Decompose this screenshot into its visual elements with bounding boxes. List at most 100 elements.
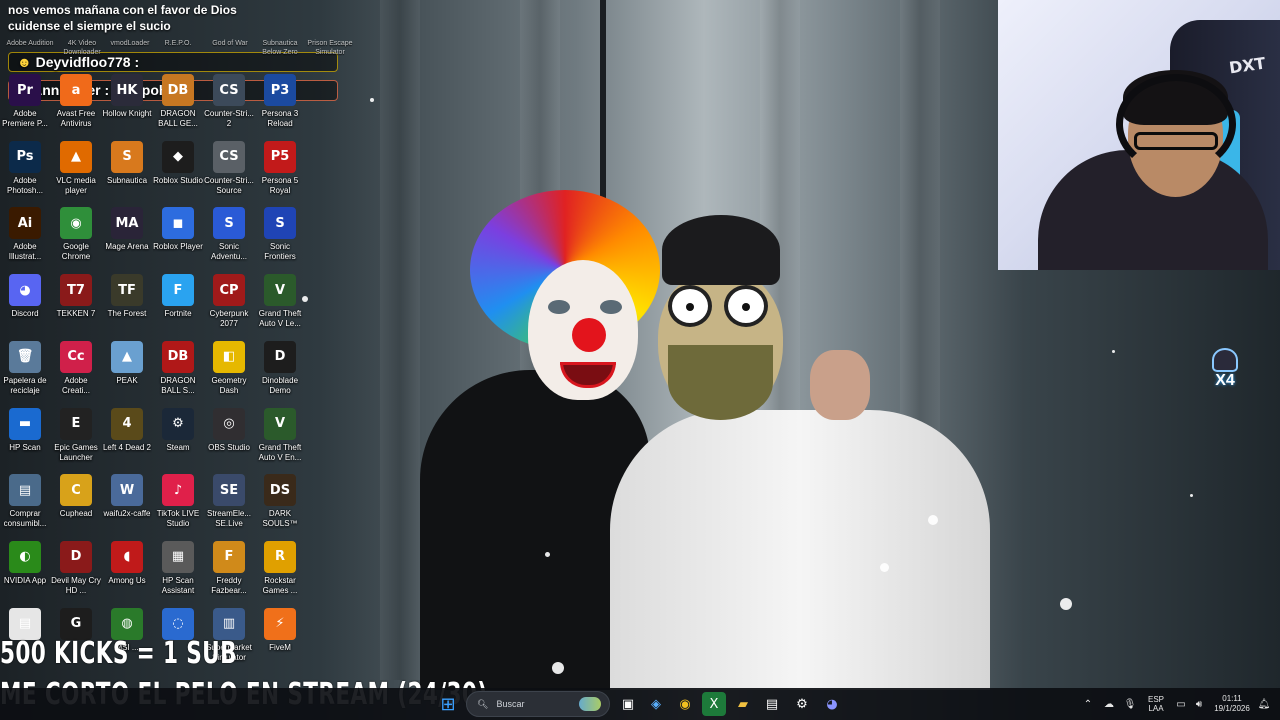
desktop-icon[interactable]: ▦ HP Scan Assistant bbox=[153, 539, 203, 605]
freddy-icon: F bbox=[213, 540, 245, 573]
desktop-icon[interactable]: R Rockstar Games ... bbox=[255, 539, 305, 605]
desktop-icon-label: StreamEle... SE.Live bbox=[206, 509, 251, 529]
desktop-icon[interactable]: F Freddy Fazbear... bbox=[204, 539, 254, 605]
desktop-icon[interactable]: D Devil May Cry HD ... bbox=[51, 539, 101, 605]
desktop-icon[interactable]: ▬ HP Scan bbox=[0, 406, 50, 472]
g-hub-icon: G bbox=[60, 607, 92, 640]
desktop-icon[interactable]: CP Cyberpunk 2077 bbox=[204, 272, 254, 338]
desktop-icon[interactable]: ⚡ FiveM bbox=[255, 606, 305, 672]
desktop-icon-label: Sonic Frontiers bbox=[264, 242, 296, 262]
clock[interactable]: 01:11 19/1/2026 bbox=[1208, 688, 1256, 720]
top-row-icon-label[interactable]: 4K Video Downloader bbox=[56, 39, 108, 57]
desktop-icon[interactable]: E Epic Games Launcher bbox=[51, 406, 101, 472]
onedrive-icon[interactable]: ☁ bbox=[1100, 688, 1118, 720]
top-row-icon-label[interactable]: God of War bbox=[204, 39, 256, 48]
desktop-icon[interactable]: CS Counter-Stri... 2 bbox=[204, 72, 254, 138]
desktop-icon-label: Counter-Stri... 2 bbox=[204, 109, 254, 128]
settings-icon[interactable]: ⚙ bbox=[790, 692, 814, 716]
desktop-icon[interactable]: HK Hollow Knight bbox=[102, 72, 152, 138]
desktop-icon[interactable]: ◐ NVIDIA App bbox=[0, 539, 50, 605]
desktop-icon[interactable]: ◎ OBS Studio bbox=[204, 406, 254, 472]
desktop-icon[interactable]: DB DRAGON BALL S... bbox=[153, 339, 203, 405]
task-view-icon[interactable]: ▣ bbox=[616, 692, 640, 716]
left4dead-icon: 4 bbox=[111, 407, 143, 440]
desktop-icon[interactable]: V Grand Theft Auto V En... bbox=[255, 406, 305, 472]
snow-particle bbox=[370, 98, 374, 102]
desktop-icon[interactable]: S Sonic Adventu... bbox=[204, 205, 254, 271]
desktop-icon[interactable]: 🗑 Papelera de reciclaje bbox=[0, 339, 50, 405]
notification-bell-icon[interactable]: 🔔︎ bbox=[1256, 688, 1272, 720]
top-row-icon-label[interactable]: Prison Escape Simulator bbox=[304, 39, 356, 57]
desktop-icon[interactable]: ◉ Google Chrome bbox=[51, 205, 101, 271]
desktop-icon[interactable]: ◆ Roblox Studio bbox=[153, 139, 203, 205]
desktop-icon[interactable]: ⚙ Steam bbox=[153, 406, 203, 472]
gta-v-icon: V bbox=[264, 274, 296, 307]
desktop-icon[interactable]: Ai Adobe Illustrat... bbox=[0, 205, 50, 271]
desktop-icon[interactable]: MA Mage Arena bbox=[102, 205, 152, 271]
desktop-icon[interactable]: ▲ PEAK bbox=[102, 339, 152, 405]
desktop-icon[interactable]: V Grand Theft Auto V Le... bbox=[255, 272, 305, 338]
start-button[interactable]: ⊞ bbox=[436, 692, 460, 716]
microphone-icon[interactable]: 🎙︎ bbox=[1122, 688, 1138, 720]
discord-taskbar-icon[interactable]: ◕ bbox=[820, 692, 844, 716]
man-beard bbox=[668, 345, 773, 420]
hp-scan-icon: ▬ bbox=[9, 407, 41, 440]
desktop-icon[interactable]: DSDARK SOULS™ RE... bbox=[255, 472, 305, 538]
desktop-icon[interactable]: 4 Left 4 Dead 2 bbox=[102, 406, 152, 472]
desktop-icon[interactable]: Ps Adobe Photosh... bbox=[0, 139, 50, 205]
desktop-icon[interactable]: ◧ Geometry Dash bbox=[204, 339, 254, 405]
store-icon[interactable]: ▤ bbox=[760, 692, 784, 716]
printer-supplies-icon: ▤ bbox=[9, 474, 41, 507]
desktop-icon-label: Grand Theft Auto V Le... bbox=[258, 309, 302, 329]
desktop-icon[interactable]: CS Counter-Stri... Source bbox=[204, 139, 254, 205]
desktop-icon[interactable]: D Dinoblade Demo bbox=[255, 339, 305, 405]
desktop-icon[interactable]: T7 TEKKEN 7 bbox=[51, 272, 101, 338]
chrome-taskbar-icon[interactable]: ◉ bbox=[673, 692, 697, 716]
top-row-icon-label[interactable]: Subnautica Below Zero bbox=[254, 39, 306, 57]
desktop-icon-label: Papelera de reciclaje bbox=[3, 375, 47, 395]
file-explorer-icon[interactable]: ▰ bbox=[731, 692, 755, 716]
among-us-icon: ◖ bbox=[111, 540, 143, 573]
desktop-icon[interactable]: ♪ TikTok LIVE Studio bbox=[153, 472, 203, 538]
geometry-dash-icon: ◧ bbox=[213, 340, 245, 373]
desktop-icon[interactable]: ▤ Comprar consumibl... bbox=[0, 472, 50, 538]
desktop-icon[interactable]: ◖ Among Us bbox=[102, 539, 152, 605]
top-row-icon-label[interactable]: R.E.P.O. bbox=[152, 39, 204, 48]
chat-user-icon: ☻ bbox=[17, 54, 36, 70]
excel-icon[interactable]: X bbox=[702, 692, 726, 716]
roblox-player-icon: ◼ bbox=[162, 207, 194, 240]
desktop-icon[interactable]: F Fortnite bbox=[153, 272, 203, 338]
desktop-icon[interactable]: S Subnautica bbox=[102, 139, 152, 205]
desktop-icon[interactable]: C Cuphead bbox=[51, 472, 101, 538]
clown-nose bbox=[572, 318, 606, 352]
search-box[interactable]: 🔍︎ Buscar bbox=[466, 691, 610, 717]
desktop-icon[interactable]: P3 Persona 3 Reload bbox=[255, 72, 305, 138]
desktop-icon-label: Devil May Cry HD ... bbox=[51, 575, 101, 595]
desktop-icon[interactable]: DB DRAGON BALL GE... bbox=[153, 72, 203, 138]
chat-line: nos vemos mañana con el favor de Dios bbox=[8, 3, 237, 17]
language-indicator[interactable]: ESP LAA bbox=[1142, 688, 1170, 720]
desktop-icon[interactable]: Wwaifu2x-caffe bbox=[102, 472, 152, 538]
steam-icon: ⚙ bbox=[162, 407, 194, 440]
volume-icon[interactable]: 🔊︎ bbox=[1190, 688, 1208, 720]
tray-chevron-icon[interactable]: ⌃ bbox=[1080, 688, 1096, 720]
desktop-icon[interactable]: Pr Adobe Premiere P... bbox=[0, 72, 50, 138]
desktop-icon[interactable]: ◼ Roblox Player bbox=[153, 205, 203, 271]
desktop-icon[interactable]: ▲ VLC media player bbox=[51, 139, 101, 205]
copilot-icon[interactable]: ◈ bbox=[644, 692, 668, 716]
printer-icon: ▤ bbox=[9, 607, 41, 640]
recycle-bin-icon: 🗑 bbox=[9, 340, 41, 373]
desktop-icon[interactable]: ◕ Discord bbox=[0, 272, 50, 338]
network-icon[interactable]: ▭ bbox=[1172, 688, 1190, 720]
taskbar: ⊞ 🔍︎ Buscar ▣ ◈ ◉ X ▰ ▤ ⚙ ◕ ⌃ ☁ 🎙︎ ESP L… bbox=[0, 688, 1280, 720]
top-row-icon-label[interactable]: Adobe Audition bbox=[4, 39, 56, 48]
desktop-icon[interactable]: a Avast Free Antivirus bbox=[51, 72, 101, 138]
snow-particle bbox=[1060, 598, 1072, 610]
desktop-icon[interactable]: TF The Forest bbox=[102, 272, 152, 338]
desktop-icon[interactable]: Cc Adobe Creati... bbox=[51, 339, 101, 405]
desktop-icon[interactable]: S Sonic Frontiers bbox=[255, 205, 305, 271]
top-row-icon-label[interactable]: vmodLoader bbox=[104, 39, 156, 48]
gta-v-enhanced-icon: V bbox=[264, 407, 296, 440]
desktop-icon[interactable]: SE StreamEle... SE.Live bbox=[204, 472, 254, 538]
desktop-icon[interactable]: P5 Persona 5 Royal bbox=[255, 139, 305, 205]
